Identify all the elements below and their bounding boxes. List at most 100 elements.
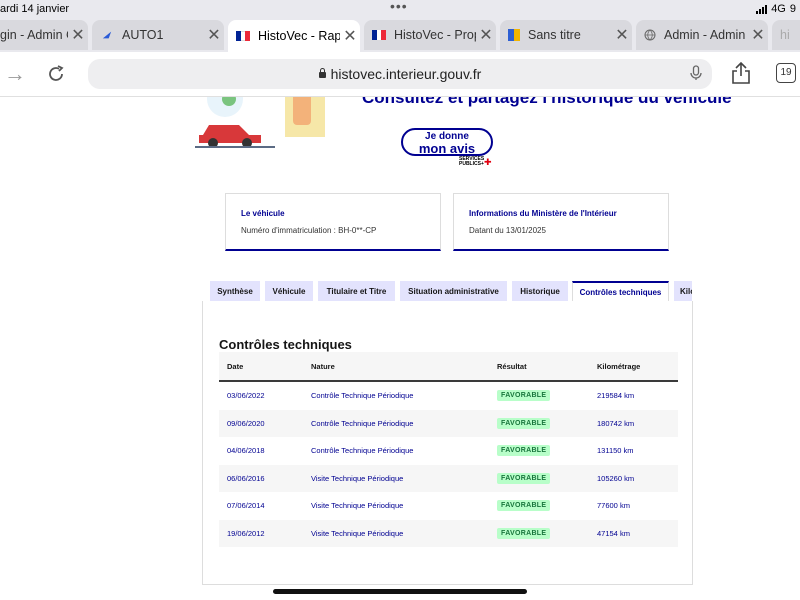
browser-tab-admin[interactable]: Admin - Admin ✕ — [636, 20, 768, 50]
forward-arrow-icon[interactable]: → — [4, 61, 26, 87]
plus-icon: ✚ — [484, 157, 492, 167]
close-icon[interactable]: ✕ — [68, 25, 88, 45]
browser-tab-title: AUTO1 — [122, 28, 164, 42]
report-tabs: Synthèse Véhicule Titulaire et Titre Sit… — [210, 281, 692, 301]
give-feedback-button[interactable]: Je donne mon avis — [401, 128, 493, 156]
browser-tab-overflow[interactable]: hi — [772, 20, 800, 50]
cell-date: 06/06/2016 — [219, 464, 303, 492]
status-badge: FAVORABLE — [497, 390, 551, 402]
controles-table: Date Nature Résultat Kilométrage 03/06/2… — [219, 352, 678, 547]
share-icon[interactable] — [730, 61, 752, 85]
status-badge: FAVORABLE — [497, 417, 551, 429]
table-row: 09/06/2020 Contrôle Technique Périodique… — [219, 409, 678, 437]
column-header-nature: Nature — [303, 352, 489, 382]
cell-resultat: FAVORABLE — [489, 437, 589, 465]
microphone-icon[interactable] — [690, 65, 702, 81]
cell-nature: Contrôle Technique Périodique — [303, 409, 489, 437]
table-row: 03/06/2022 Contrôle Technique Périodique… — [219, 381, 678, 410]
tab-titulaire[interactable]: Titulaire et Titre — [318, 281, 395, 301]
address-bar[interactable]: histovec.interieur.gouv.fr — [88, 59, 712, 89]
tab-situation-administrative[interactable]: Situation administrative — [400, 281, 507, 301]
document-icon — [508, 29, 520, 41]
cell-nature: Visite Technique Périodique — [303, 492, 489, 520]
lock-icon — [318, 68, 326, 78]
services-publics-logo: SERVICES PUBLICS+ — [459, 157, 484, 167]
vehicle-card-value: Numéro d'immatriculation : BH-0**-CP — [241, 226, 377, 235]
cell-resultat: FAVORABLE — [489, 519, 589, 547]
browser-tab-histovec-propriétaire[interactable]: HistoVec - Prop ✕ — [364, 20, 496, 50]
cellular-signal-icon — [756, 4, 768, 14]
column-header-date: Date — [219, 352, 303, 382]
car-inspection-illustration-icon — [195, 97, 340, 149]
cell-nature: Visite Technique Périodique — [303, 519, 489, 547]
close-icon[interactable]: ✕ — [340, 26, 360, 46]
cell-date: 04/06/2018 — [219, 437, 303, 465]
column-header-kilometrage: Kilométrage — [589, 352, 678, 382]
table-row: 06/06/2016 Visite Technique Périodique F… — [219, 464, 678, 492]
auto1-logo-icon — [102, 31, 112, 39]
cell-kilometrage: 219584 km — [589, 381, 678, 410]
close-icon[interactable]: ✕ — [748, 25, 768, 45]
reload-icon[interactable] — [46, 64, 66, 84]
cell-kilometrage: 131150 km — [589, 437, 678, 465]
browser-tab-title: gin - Admin C — [0, 28, 68, 42]
home-indicator[interactable] — [273, 589, 527, 594]
table-row: 07/06/2014 Visite Technique Périodique F… — [219, 492, 678, 520]
cell-kilometrage: 180742 km — [589, 409, 678, 437]
cell-kilometrage: 47154 km — [589, 519, 678, 547]
browser-tab-title: Admin - Admin — [664, 28, 746, 42]
cell-kilometrage: 77600 km — [589, 492, 678, 520]
vehicle-card: Le véhicule Numéro d'immatriculation : B… — [225, 193, 441, 251]
vehicle-card-label: Le véhicule — [241, 209, 285, 218]
status-badge: FAVORABLE — [497, 445, 551, 457]
browser-tab-title: hi — [780, 28, 790, 42]
ministry-info-card: Informations du Ministère de l'Intérieur… — [453, 193, 669, 251]
browser-tab-auto1[interactable]: AUTO1 ✕ — [92, 20, 224, 50]
section-title: Contrôles techniques — [219, 337, 352, 352]
cell-date: 09/06/2020 — [219, 409, 303, 437]
globe-icon — [644, 29, 656, 41]
browser-tab-admin-login[interactable]: gin - Admin C ✕ — [0, 20, 88, 50]
status-indicators: 4G 9 — [756, 3, 796, 15]
table-row: 04/06/2018 Contrôle Technique Périodique… — [219, 437, 678, 465]
close-icon[interactable]: ✕ — [204, 25, 224, 45]
column-header-resultat: Résultat — [489, 352, 589, 382]
cell-kilometrage: 105260 km — [589, 464, 678, 492]
status-badge: FAVORABLE — [497, 527, 551, 539]
web-page: Consultez et partagez l'historique du vé… — [0, 97, 800, 600]
browser-tab-title: Sans titre — [528, 28, 581, 42]
browser-tab-sans-titre[interactable]: Sans titre ✕ — [500, 20, 632, 50]
browser-toolbar: → histovec.interieur.gouv.fr 19 — [0, 52, 800, 97]
url-text: histovec.interieur.gouv.fr — [330, 66, 482, 82]
ministry-card-value: Datant du 13/01/2025 — [469, 226, 546, 235]
tab-historique[interactable]: Historique — [512, 281, 568, 301]
close-icon[interactable]: ✕ — [612, 25, 632, 45]
status-date: ardi 14 janvier — [0, 3, 70, 15]
network-type: 4G — [771, 3, 786, 15]
french-flag-icon — [236, 31, 251, 41]
table-row: 19/06/2012 Visite Technique Périodique F… — [219, 519, 678, 547]
hero-title: Consultez et partagez l'historique du vé… — [362, 97, 732, 107]
status-bar: ardi 14 janvier ••• 4G 9 — [0, 0, 800, 20]
tab-controles-techniques[interactable]: Contrôles techniques — [572, 281, 669, 301]
browser-tab-histovec-rapport[interactable]: HistoVec - Rapp ✕ — [228, 20, 360, 52]
browser-tab-title: HistoVec - Prop — [394, 28, 476, 42]
cell-date: 19/06/2012 — [219, 519, 303, 547]
table-header-row: Date Nature Résultat Kilométrage — [219, 352, 678, 382]
cell-nature: Contrôle Technique Périodique — [303, 437, 489, 465]
sp-logo-line2: PUBLICS+ — [459, 161, 484, 167]
browser-tab-bar: gin - Admin C ✕ AUTO1 ✕ HistoVec - Rapp … — [0, 20, 800, 52]
cell-resultat: FAVORABLE — [489, 464, 589, 492]
browser-tab-title: HistoVec - Rapp — [258, 29, 340, 43]
cell-date: 03/06/2022 — [219, 381, 303, 410]
cell-date: 07/06/2014 — [219, 492, 303, 520]
tab-vehicule[interactable]: Véhicule — [265, 281, 313, 301]
status-badge: FAVORABLE — [497, 472, 551, 484]
multitasking-dots-icon[interactable]: ••• — [390, 0, 408, 14]
cell-resultat: FAVORABLE — [489, 492, 589, 520]
tab-synthese[interactable]: Synthèse — [210, 281, 260, 301]
tab-kilometrage[interactable]: Kilo — [674, 281, 692, 301]
battery-level: 9 — [789, 3, 796, 15]
close-icon[interactable]: ✕ — [476, 25, 496, 45]
tab-switcher-button[interactable]: 19 — [776, 63, 796, 83]
